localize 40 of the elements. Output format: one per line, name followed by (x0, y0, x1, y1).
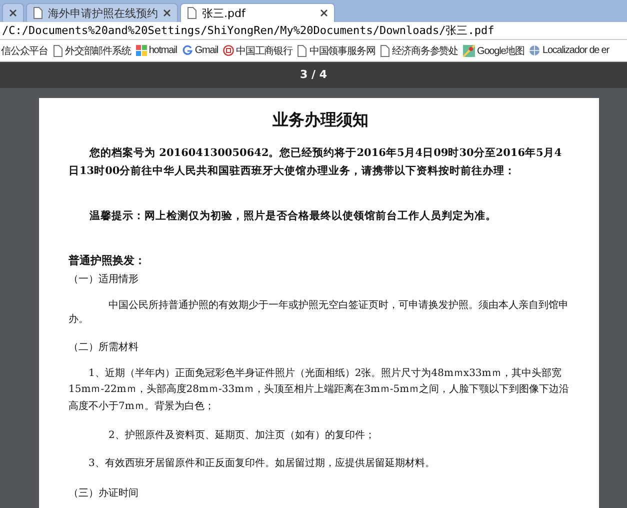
paragraph: 2、护照原件及资料页、延期页、加注页（如有）的复印件； (108, 428, 376, 442)
section-heading: （二）所需材料 (68, 340, 140, 354)
close-icon[interactable] (320, 9, 328, 17)
paragraph: 1、近期（半年内）正面免冠彩色半身证件照片（光面相纸）2张。照片尺寸为48mｍx33mｍ，其中头部宽15mｍ-22mｍ，头部高度28mｍ-33mｍ，头顶至相片上端距离在3mｍ-5mｍ之间，人脸下颚以下到图像下边沿高度不小于7mｍ。背景为白色； (68, 366, 570, 414)
browser-tab[interactable]: 海外申请护照在线预约 (26, 3, 178, 22)
bookmark-link[interactable]: 经济商务参赞处 (392, 44, 458, 58)
document-title: 业务办理须知 (272, 110, 370, 131)
google-icon (182, 45, 193, 56)
close-icon[interactable] (9, 9, 17, 17)
paragraph: 中国公民所持普通护照的有效期少于一年或护照无空白签证页时，可申请换发护照。须由本人亲自到馆申办。 (68, 298, 570, 326)
bookmark-link[interactable]: 信公众平台 (1, 44, 48, 58)
page-icon (380, 44, 390, 56)
page-icon (33, 7, 43, 19)
section-heading: （三）办证时间 (68, 486, 140, 500)
section-heading: 普通护照换发： (68, 252, 146, 268)
page-icon (297, 44, 308, 56)
bank-logo-icon (223, 45, 234, 56)
bookmark-link[interactable]: Gmail (194, 45, 218, 56)
section-heading: （一）适用情形 (68, 272, 140, 286)
bookmark-link[interactable]: 中国领事服务网 (309, 44, 376, 58)
close-icon[interactable] (163, 9, 171, 17)
page-icon (53, 44, 64, 56)
bookmark-link[interactable]: 外交部邮件系统 (65, 44, 131, 58)
globe-icon (529, 45, 540, 56)
bookmark-link[interactable]: hotmail (148, 45, 177, 56)
tab-title: 张三.pdf (202, 6, 247, 20)
page-indicator: 3 / 4 (0, 62, 627, 88)
paragraph: 3、有效西班牙居留原件和正反面复印件。如居留过期，应提供居留延期材料。 (88, 456, 436, 472)
tab-title: 海外申请护照在线预约 (48, 6, 158, 20)
paragraph: 温馨提示：网上检测仅为初验，照片是否合格最终以使领馆前台工作人员判定为准。 (88, 208, 498, 223)
map-icon (463, 44, 476, 56)
page-icon (187, 7, 197, 19)
bookmark-link[interactable]: Localizador de er (542, 45, 609, 56)
windows-icon (136, 45, 147, 56)
bookmark-link[interactable]: 中国工商银行 (236, 44, 292, 58)
address-bar[interactable]: /C:/Documents%20and%20Settings/ShiYongRen/My%20Documents/Downloads/张三.pdf (0, 22, 627, 40)
browser-tab[interactable] (2, 3, 24, 22)
paragraph: 您的档案号为 201604130050642。您已经预约将于2016年5月4日09时30分至2016年5月4日13时00分前往中华人民共和国驻西班牙大使馆办理业务，请携带以下资料按时前往办理： (68, 146, 563, 179)
browser-tab[interactable]: 张三.pdf (180, 3, 335, 22)
bookmark-link[interactable]: Google地图 (477, 44, 524, 58)
